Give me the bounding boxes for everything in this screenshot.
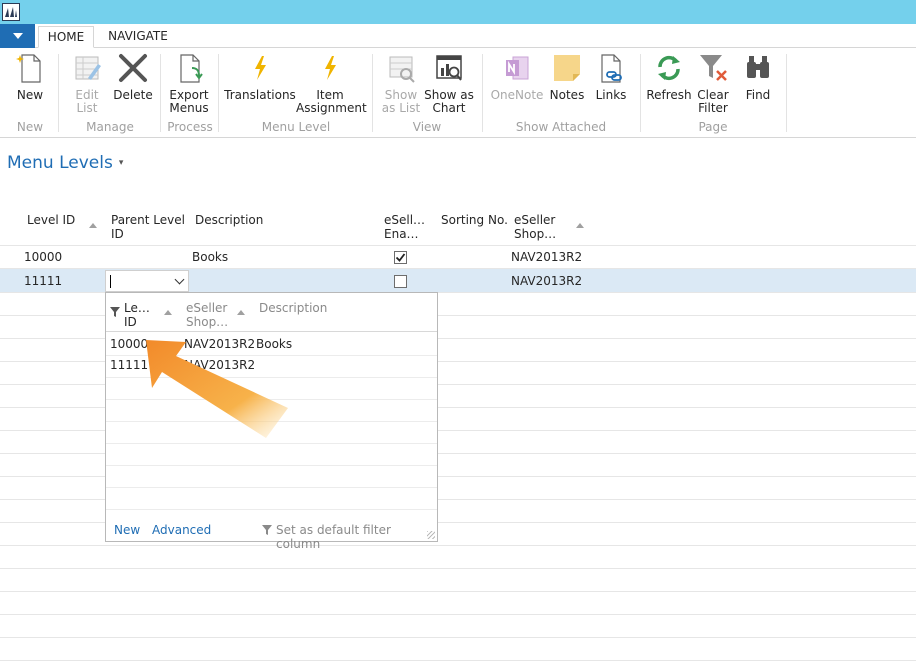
group-label-process: Process <box>167 120 213 134</box>
binoculars-icon <box>741 52 775 84</box>
onenote-button[interactable]: OneNote <box>488 52 546 102</box>
edit-list-icon <box>70 52 104 84</box>
checkmark-icon <box>395 253 406 262</box>
column-header-description[interactable]: Description <box>195 213 263 227</box>
edit-list-button[interactable]: Edit List <box>64 52 110 115</box>
group-separator <box>640 54 641 132</box>
column-header-eseller-enabled[interactable]: eSell… Ena… <box>384 213 425 241</box>
grid-row-divider <box>0 660 916 661</box>
cell-level-id[interactable]: 10000 <box>24 250 62 264</box>
column-header-level-id[interactable]: Level ID <box>27 213 75 227</box>
group-separator <box>482 54 483 132</box>
dynamics-nav-logo-icon[interactable] <box>2 3 20 21</box>
filter-icon[interactable] <box>110 307 120 317</box>
translations-button[interactable]: Translations <box>224 52 296 102</box>
new-button[interactable]: New <box>8 52 52 102</box>
eseller-enabled-checkbox[interactable] <box>394 251 407 264</box>
delete-x-icon <box>116 52 150 84</box>
delete-button[interactable]: Delete <box>112 52 154 102</box>
clear-filter-icon <box>696 52 730 84</box>
grid-row-divider <box>0 614 916 615</box>
refresh-icon <box>652 52 686 84</box>
link-document-icon <box>594 52 628 84</box>
cell-eseller-shop[interactable]: NAV2013R2 <box>511 250 582 264</box>
find-button[interactable]: Find <box>736 52 780 102</box>
ribbon: New New Edit List Delete Manage Export M… <box>0 48 916 138</box>
parent-level-id-input[interactable] <box>105 270 189 292</box>
application-menu-button[interactable] <box>0 24 35 48</box>
notes-button[interactable]: Notes <box>546 52 588 102</box>
show-as-chart-button[interactable]: Show as Chart <box>424 52 474 115</box>
export-document-icon <box>172 52 206 84</box>
lookup-row-divider <box>106 487 437 488</box>
show-as-list-button[interactable]: Show as List <box>378 52 424 115</box>
filter-icon <box>262 525 272 535</box>
sticky-note-icon <box>550 52 584 84</box>
show-as-list-icon <box>384 52 418 84</box>
lookup-column-header-level-id[interactable]: Le… ID <box>124 301 150 329</box>
group-separator <box>218 54 219 132</box>
text-cursor <box>110 275 111 288</box>
lookup-advanced-link[interactable]: Advanced <box>152 523 211 537</box>
ribbon-tabstrip: HOME NAVIGATE <box>0 24 916 48</box>
resize-grip-icon[interactable] <box>427 531 435 539</box>
annotation-arrow-icon <box>146 340 288 438</box>
sort-arrow-icon <box>237 310 245 315</box>
column-header-parent-level-id[interactable]: Parent Level ID <box>111 213 185 241</box>
sort-arrow-icon <box>89 223 97 228</box>
lookup-column-header-description[interactable]: Description <box>259 301 327 315</box>
group-separator <box>160 54 161 132</box>
set-default-filter-column-link[interactable]: Set as default filter column <box>276 523 437 551</box>
grid-row-divider <box>0 637 916 638</box>
group-separator <box>58 54 59 132</box>
grid-row-divider <box>0 591 916 592</box>
group-label-new: New <box>16 120 44 134</box>
lookup-row-divider <box>106 443 437 444</box>
column-header-sorting-no[interactable]: Sorting No. <box>441 213 508 227</box>
cell-level-id[interactable]: 11111 <box>24 274 62 288</box>
lookup-new-link[interactable]: New <box>114 523 140 537</box>
show-as-chart-icon <box>432 52 466 84</box>
tab-home[interactable]: HOME <box>38 26 94 48</box>
lookup-row-divider <box>106 465 437 466</box>
group-separator <box>786 54 787 132</box>
tab-navigate[interactable]: NAVIGATE <box>100 26 176 48</box>
clear-filter-button[interactable]: Clear Filter <box>692 52 734 115</box>
onenote-icon <box>500 52 534 84</box>
grid-row-divider <box>0 245 916 246</box>
dropdown-arrow-icon <box>12 33 23 39</box>
grid-row-divider <box>0 568 916 569</box>
lightning-icon <box>313 52 347 84</box>
group-label-menu-level: Menu Level <box>261 120 331 134</box>
column-header-eseller-shop[interactable]: eSeller Shop… <box>514 213 556 241</box>
lookup-row-divider <box>106 509 437 510</box>
links-button[interactable]: Links <box>590 52 632 102</box>
title-menu-chevron-icon: ▾ <box>118 158 124 168</box>
group-label-show-attached: Show Attached <box>515 120 607 134</box>
cell-eseller-shop[interactable]: NAV2013R2 <box>511 274 582 288</box>
group-label-view: View <box>412 120 442 134</box>
chevron-down-icon[interactable] <box>174 274 185 285</box>
export-menus-button[interactable]: Export Menus <box>166 52 212 115</box>
eseller-enabled-checkbox[interactable] <box>394 275 407 288</box>
group-separator <box>372 54 373 132</box>
new-document-icon <box>13 52 47 84</box>
lookup-column-header-eseller-shop[interactable]: eSeller Shop… <box>186 301 228 329</box>
page-title[interactable]: Menu Levels ▾ <box>7 153 123 173</box>
lightning-icon <box>243 52 277 84</box>
title-bar <box>0 0 916 24</box>
group-label-page: Page <box>698 120 728 134</box>
item-assignment-button[interactable]: Item Assignment <box>296 52 367 115</box>
sort-arrow-icon <box>576 223 584 228</box>
sort-arrow-icon <box>164 310 172 315</box>
group-label-manage: Manage <box>86 120 134 134</box>
grid-row-divider <box>0 545 916 546</box>
refresh-button[interactable]: Refresh <box>646 52 692 102</box>
cell-description[interactable]: Books <box>192 250 228 264</box>
